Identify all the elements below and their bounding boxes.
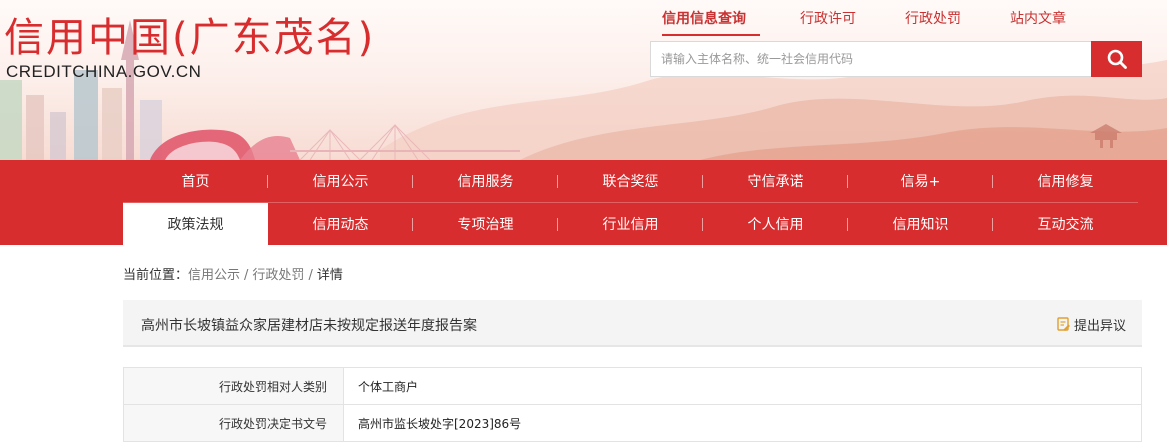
nav-personal-credit[interactable]: 个人信用: [703, 203, 848, 245]
nav-interaction[interactable]: 互动交流: [993, 203, 1138, 245]
nav-label: 信用服务: [457, 174, 514, 190]
nav-credit-commitment[interactable]: 守信承诺: [703, 160, 848, 202]
top-links: 信用信息查询 行政许可 行政处罚 站内文章: [640, 8, 1110, 36]
nav-label: 个人信用: [747, 217, 804, 233]
search-input[interactable]: [651, 42, 1091, 76]
header-banner: 信用中国(广东茂名) CREDITCHINA.GOV.CN 信用信息查询 行政许…: [0, 0, 1167, 160]
nav-label: 守信承诺: [747, 174, 804, 190]
top-link-site-articles[interactable]: 站内文章: [1010, 8, 1066, 28]
row-label: 行政处罚决定书文号: [123, 404, 344, 442]
active-link-underline: [662, 34, 760, 36]
nav-credit-news[interactable]: 信用动态: [268, 203, 413, 245]
main-navigation: 首页 信用公示 信用服务 联合奖惩 守信承诺 信易+ 信用修复 政策法规 信用动…: [0, 160, 1167, 245]
nav-credit-publicity[interactable]: 信用公示: [268, 160, 413, 202]
search-icon: [1107, 49, 1127, 69]
nav-credit-repair[interactable]: 信用修复: [993, 160, 1138, 202]
document-edit-icon: [1057, 317, 1070, 331]
nav-label: 行业信用: [602, 217, 659, 233]
breadcrumb-separator: /: [244, 268, 249, 283]
table-row: 行政处罚决定书文号 高州市监长坡处字[2023]86号: [123, 404, 1142, 442]
nav-credit-knowledge[interactable]: 信用知识: [848, 203, 993, 245]
nav-label: 信用公示: [312, 174, 369, 190]
nav-home[interactable]: 首页: [123, 160, 268, 202]
breadcrumb-link-credit-publicity[interactable]: 信用公示: [188, 268, 240, 283]
nav-label: 信易+: [900, 174, 941, 190]
site-logo-domain: CREDITCHINA.GOV.CN: [6, 62, 202, 81]
nav-label: 首页: [181, 174, 210, 190]
nav-label: 互动交流: [1037, 217, 1094, 233]
nav-joint-rewards[interactable]: 联合奖惩: [558, 160, 703, 202]
top-link-admin-penalty[interactable]: 行政处罚: [905, 8, 961, 28]
nav-label: 信用动态: [312, 217, 369, 233]
detail-title-bar: 高州市长坡镇益众家居建材店未按规定报送年度报告案 提出异议: [123, 300, 1142, 347]
nav-label: 政策法规: [167, 217, 224, 233]
nav-industry-credit[interactable]: 行业信用: [558, 203, 703, 245]
nav-credit-service[interactable]: 信用服务: [413, 160, 558, 202]
breadcrumb-prefix: 当前位置：: [123, 268, 189, 283]
case-title: 高州市长坡镇益众家居建材店未按规定报送年度报告案: [141, 318, 477, 334]
penalty-info-table: 行政处罚相对人类别 个体工商户 行政处罚决定书文号 高州市监长坡处字[2023]…: [123, 367, 1142, 442]
nav-xinyi-plus[interactable]: 信易+: [848, 160, 993, 202]
row-value: 个体工商户: [343, 367, 1142, 405]
row-label: 行政处罚相对人类别: [123, 367, 344, 405]
nav-row-1: 首页 信用公示 信用服务 联合奖惩 守信承诺 信易+ 信用修复: [123, 160, 1138, 202]
breadcrumb-current: 详情: [316, 268, 343, 283]
search-box: [650, 41, 1092, 77]
nav-policy-regulations[interactable]: 政策法规: [123, 203, 268, 245]
top-link-credit-query[interactable]: 信用信息查询: [662, 8, 746, 28]
raise-objection-button[interactable]: 提出异议: [1057, 315, 1126, 334]
nav-row-2: 政策法规 信用动态 专项治理 行业信用 个人信用 信用知识 互动交流: [123, 203, 1138, 245]
site-logo-title[interactable]: 信用中国(广东茂名): [4, 14, 375, 62]
nav-label: 信用修复: [1037, 174, 1094, 190]
row-value: 高州市监长坡处字[2023]86号: [343, 404, 1142, 442]
nav-label: 联合奖惩: [602, 174, 659, 190]
breadcrumb-separator: /: [308, 268, 313, 283]
nav-label: 专项治理: [457, 217, 514, 233]
breadcrumb: 当前位置：信用公示 / 行政处罚 / 详情: [123, 264, 343, 283]
breadcrumb-link-admin-penalty[interactable]: 行政处罚: [252, 268, 304, 283]
search-button[interactable]: [1091, 41, 1142, 77]
table-row: 行政处罚相对人类别 个体工商户: [123, 367, 1142, 405]
nav-special-governance[interactable]: 专项治理: [413, 203, 558, 245]
raise-objection-label: 提出异议: [1073, 319, 1126, 334]
top-link-admin-license[interactable]: 行政许可: [800, 8, 856, 28]
nav-label: 信用知识: [892, 217, 949, 233]
